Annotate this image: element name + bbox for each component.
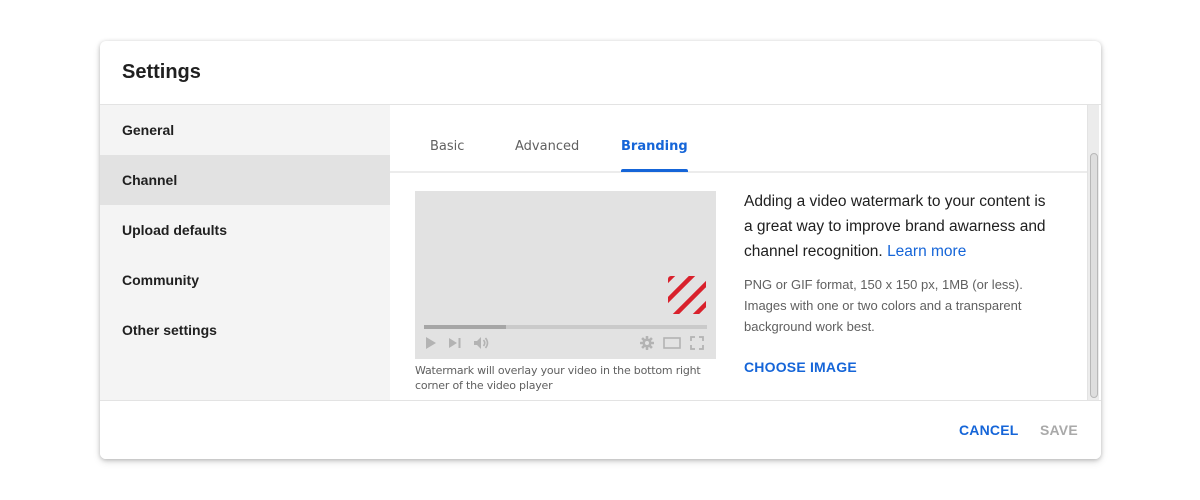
tab-basic[interactable]: Basic xyxy=(430,139,464,172)
sidebar-item-channel[interactable]: Channel xyxy=(100,155,390,205)
settings-content: Basic Advanced Branding Watermark will o… xyxy=(390,105,1101,400)
play-icon[interactable] xyxy=(425,336,437,350)
fullscreen-icon[interactable] xyxy=(690,336,704,350)
tab-bar: Basic Advanced Branding xyxy=(390,105,1087,173)
sidebar-item-community[interactable]: Community xyxy=(100,255,390,305)
choose-image-button[interactable]: CHOOSE IMAGE xyxy=(744,359,857,375)
tab-advanced[interactable]: Advanced xyxy=(515,139,579,172)
video-player-preview xyxy=(415,191,716,359)
settings-dialog: Settings General Channel Upload defaults… xyxy=(100,41,1101,459)
video-progress-bar[interactable] xyxy=(424,325,707,329)
settings-gear-icon[interactable] xyxy=(640,336,654,350)
dialog-footer: CANCEL SAVE xyxy=(100,400,1101,459)
sidebar-item-label: Upload defaults xyxy=(122,222,228,238)
sidebar-item-general[interactable]: General xyxy=(100,105,390,155)
theater-mode-icon[interactable] xyxy=(663,336,681,350)
tab-branding[interactable]: Branding xyxy=(621,139,688,172)
scrollbar-thumb[interactable] xyxy=(1090,153,1098,398)
preview-caption: Watermark will overlay your video in the… xyxy=(415,364,701,392)
image-requirements: PNG or GIF format, 150 x 150 px, 1MB (or… xyxy=(744,277,1023,334)
dialog-header: Settings xyxy=(100,41,1101,105)
sidebar-item-label: Other settings xyxy=(122,322,217,338)
video-progress-fill xyxy=(424,325,507,329)
watermark-placeholder-icon xyxy=(668,276,706,314)
sidebar-item-other-settings[interactable]: Other settings xyxy=(100,305,390,355)
sidebar-item-upload-defaults[interactable]: Upload defaults xyxy=(100,205,390,255)
cancel-button[interactable]: CANCEL xyxy=(959,422,1019,438)
sidebar-item-label: Channel xyxy=(122,172,178,188)
settings-sidebar: General Channel Upload defaults Communit… xyxy=(100,105,390,400)
dialog-title: Settings xyxy=(122,61,201,83)
skip-next-icon[interactable] xyxy=(448,336,462,350)
content-scrollbar[interactable] xyxy=(1087,105,1099,400)
learn-more-link[interactable]: Learn more xyxy=(887,243,966,260)
volume-icon[interactable] xyxy=(473,336,491,350)
sidebar-item-label: Community xyxy=(122,272,199,288)
sidebar-item-label: General xyxy=(122,122,175,138)
save-button[interactable]: SAVE xyxy=(1040,422,1078,438)
branding-info: Adding a video watermark to your content… xyxy=(744,189,1054,337)
branding-description: Adding a video watermark to your content… xyxy=(744,189,1054,264)
